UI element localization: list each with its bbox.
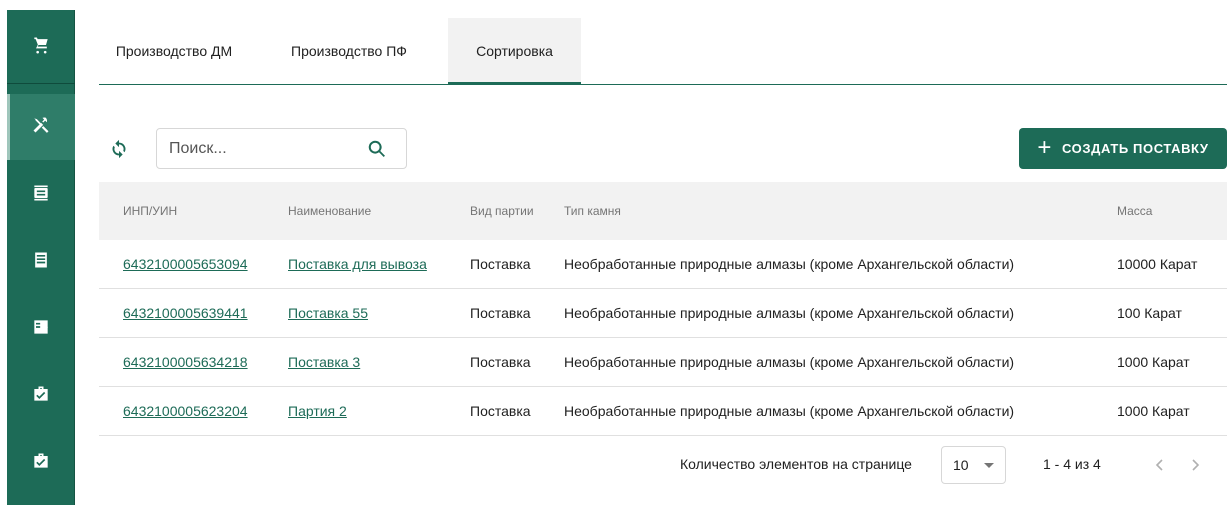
briefcase-check-icon <box>31 451 51 476</box>
sidebar-item-id-card[interactable] <box>7 162 75 228</box>
mass-cell: 10000 Карат <box>1117 256 1198 272</box>
refresh-icon <box>108 139 130 164</box>
batch-type-cell: Поставка <box>470 403 531 419</box>
briefcase-check-icon <box>31 384 51 409</box>
page-range: 1 - 4 из 4 <box>1043 456 1101 472</box>
inp-link[interactable]: 6432100005623204 <box>123 387 248 435</box>
stone-type-cell: Необработанные природные алмазы (кроме А… <box>564 403 1015 419</box>
id-card-icon <box>31 183 51 208</box>
mass-cell: 1000 Карат <box>1117 354 1190 370</box>
sidebar-item-cart[interactable] <box>7 14 75 80</box>
previous-page-button[interactable] <box>1150 455 1170 475</box>
checklist-icon <box>31 317 51 342</box>
cart-icon <box>31 35 51 60</box>
sidebar-divider <box>7 83 75 84</box>
tab-production-dm[interactable]: Производство ДМ <box>99 18 249 84</box>
batch-type-cell: Поставка <box>470 354 531 370</box>
tab-bar: Производство ДМ Производство ПФ Сортиров… <box>99 18 1227 85</box>
table-row[interactable]: 6432100005653094 Поставка для вывоза Пос… <box>99 240 1227 289</box>
sidebar-item-documents[interactable] <box>7 229 75 295</box>
table-header: ИНП/УИН Наименование Вид партии Тип камн… <box>99 182 1227 240</box>
page-size-select[interactable]: 10 <box>941 446 1006 484</box>
page-size-value: 10 <box>953 457 969 473</box>
tools-icon <box>31 115 51 140</box>
sidebar-item-briefcase-2[interactable] <box>7 430 75 496</box>
search-icon[interactable] <box>366 138 388 160</box>
inp-link[interactable]: 6432100005653094 <box>123 240 248 288</box>
table-row[interactable]: 6432100005634218 Поставка 3 Поставка Нео… <box>99 338 1227 387</box>
chevron-left-icon <box>1155 459 1163 471</box>
column-header-mass[interactable]: Масса <box>1117 182 1152 240</box>
stone-type-cell: Необработанные природные алмазы (кроме А… <box>564 256 1015 272</box>
refresh-button[interactable] <box>108 138 130 160</box>
deliveries-table: ИНП/УИН Наименование Вид партии Тип камн… <box>99 182 1227 436</box>
sidebar-item-tools[interactable] <box>7 94 75 160</box>
name-link[interactable]: Поставка для вывоза <box>288 240 427 288</box>
create-delivery-button[interactable]: + СОЗДАТЬ ПОСТАВКУ <box>1019 128 1227 169</box>
mass-cell: 1000 Карат <box>1117 403 1190 419</box>
chevron-right-icon <box>1192 459 1200 471</box>
search-input[interactable] <box>169 129 354 168</box>
mass-cell: 100 Карат <box>1117 305 1182 321</box>
sidebar-item-checklist[interactable] <box>7 296 75 362</box>
batch-type-cell: Поставка <box>470 305 531 321</box>
inp-link[interactable]: 6432100005639441 <box>123 289 248 337</box>
name-link[interactable]: Поставка 55 <box>288 289 368 337</box>
stone-type-cell: Необработанные природные алмазы (кроме А… <box>564 354 1015 370</box>
tab-production-pf[interactable]: Производство ПФ <box>274 18 424 84</box>
table-row[interactable]: 6432100005623204 Партия 2 Поставка Необр… <box>99 387 1227 436</box>
tab-label: Производство ДМ <box>115 43 233 59</box>
next-page-button[interactable] <box>1185 455 1205 475</box>
inp-link[interactable]: 6432100005634218 <box>123 338 248 386</box>
column-header-inp[interactable]: ИНП/УИН <box>123 182 177 240</box>
search-box <box>156 128 407 169</box>
column-header-stone-type[interactable]: Тип камня <box>564 182 621 240</box>
page-size-label: Количество элементов на странице <box>680 456 912 472</box>
create-delivery-label: СОЗДАТЬ ПОСТАВКУ <box>1062 141 1209 156</box>
tab-sorting[interactable]: Сортировка <box>448 18 581 85</box>
chevron-down-icon <box>984 463 994 468</box>
batch-type-cell: Поставка <box>470 256 531 272</box>
stone-type-cell: Необработанные природные алмазы (кроме А… <box>564 305 1015 321</box>
column-header-name[interactable]: Наименование <box>288 182 371 240</box>
name-link[interactable]: Поставка 3 <box>288 338 360 386</box>
document-list-icon <box>31 250 51 275</box>
plus-icon: + <box>1037 133 1053 161</box>
sidebar-item-briefcase-1[interactable] <box>7 363 75 429</box>
name-link[interactable]: Партия 2 <box>288 387 347 435</box>
tab-label: Производство ПФ <box>291 43 407 59</box>
table-row[interactable]: 6432100005639441 Поставка 55 Поставка Не… <box>99 289 1227 338</box>
column-header-batch-type[interactable]: Вид партии <box>470 182 534 240</box>
sidebar <box>7 10 75 505</box>
tab-label: Сортировка <box>476 43 553 59</box>
